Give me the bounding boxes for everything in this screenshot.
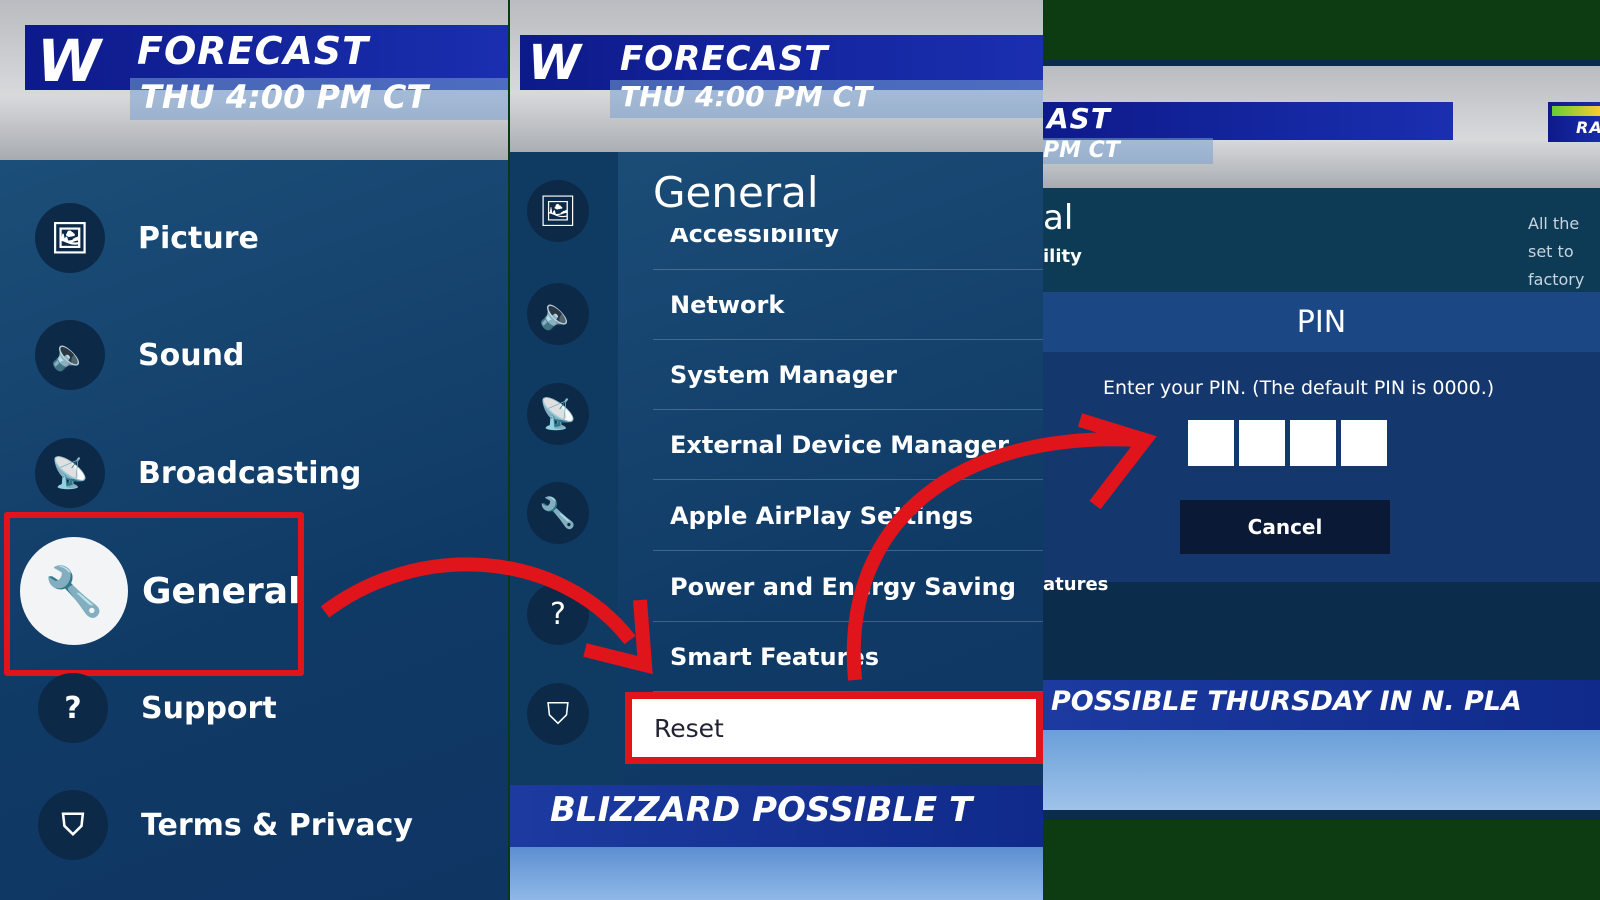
pin-digit-4[interactable] [1341, 420, 1387, 466]
forecast-banner: AST [1043, 102, 1453, 140]
shield-icon[interactable]: ⛉ [527, 683, 589, 745]
pin-digit-1[interactable] [1188, 420, 1234, 466]
menu-label: Support [141, 690, 277, 726]
banner-time: THU 4:00 PM CT [610, 80, 1043, 118]
speaker-icon: 🔈 [35, 320, 105, 390]
list-item-smart-features[interactable]: Smart Features [653, 622, 1043, 692]
menu-item-sound[interactable]: 🔈 Sound [35, 320, 244, 390]
ticker-text: BLIZZARD POSSIBLE T [550, 790, 973, 830]
bg-item-smart-features: atures [1043, 574, 1109, 595]
menu-item-terms-privacy[interactable]: ⛉ Terms & Privacy [38, 790, 413, 860]
banner-time: PM CT [1043, 138, 1213, 164]
banner-title: AST [1047, 102, 1111, 135]
menu-label: Broadcasting [138, 455, 362, 491]
speaker-icon[interactable]: 🔈 [527, 283, 589, 345]
station-logo: W [528, 35, 582, 91]
map-background [510, 847, 1043, 900]
map-background [1043, 730, 1600, 810]
list-item-reset[interactable]: Reset [625, 692, 1043, 764]
satellite-icon[interactable]: 📡 [527, 383, 589, 445]
list-item-network[interactable]: Network [653, 270, 1043, 340]
banner-title: FORECAST [620, 39, 829, 79]
picture-icon[interactable]: 🖼 [527, 180, 589, 242]
menu-label: Terms & Privacy [141, 807, 413, 843]
wrench-icon: 🔧 [20, 537, 128, 645]
panel-general-menu: W FORECAST THU 4:00 PM CT 🖼 🔈 📡 🔧 ? ⛉ Ge… [510, 0, 1043, 900]
banner-title: FORECAST [137, 29, 370, 73]
dialog-title: PIN [1296, 304, 1347, 340]
page-title: General [653, 168, 819, 217]
menu-item-picture[interactable]: 🖼 Picture [35, 203, 259, 273]
list-item-system-manager[interactable]: System Manager [653, 340, 1043, 410]
radar-label: RA [1576, 118, 1600, 137]
bg-title: al [1043, 198, 1074, 238]
cancel-button[interactable]: Cancel [1180, 500, 1390, 554]
reset-description: All the set to factory [1528, 214, 1585, 289]
menu-label: Sound [138, 337, 245, 373]
cancel-label: Cancel [1247, 515, 1323, 539]
menu-item-broadcasting[interactable]: 📡 Broadcasting [35, 438, 361, 508]
ticker-text: POSSIBLE THURSDAY IN N. PLA [1051, 686, 1522, 717]
menu-item-support[interactable]: ? Support [38, 673, 277, 743]
picture-icon: 🖼 [35, 203, 105, 273]
pin-prompt: Enter your PIN. (The default PIN is 0000… [1103, 377, 1495, 399]
satellite-icon: 📡 [35, 438, 105, 508]
reset-label: Reset [654, 713, 724, 743]
bg-item: ility [1043, 246, 1082, 267]
menu-label: Picture [138, 220, 259, 256]
banner-time: THU 4:00 PM CT [130, 78, 508, 120]
pin-input[interactable] [1188, 420, 1392, 470]
settings-background [1043, 188, 1600, 296]
panel-pin-dialog: AST PM CT RA al ility All the set to fac… [1043, 0, 1600, 900]
support-cloud-icon[interactable]: ? [527, 583, 589, 645]
shield-icon: ⛉ [38, 790, 108, 860]
station-logo: W [37, 27, 102, 95]
panel-settings-menu: W FORECAST THU 4:00 PM CT 🖼 Picture 🔈 Soun… [0, 0, 508, 900]
list-item-airplay-settings[interactable]: Apple AirPlay Settings [653, 481, 1043, 551]
radar-badge: RA [1548, 102, 1600, 142]
radar-scale [1552, 106, 1600, 116]
list-item-power-energy[interactable]: Power and Energy Saving [653, 552, 1043, 622]
pin-dialog: PIN Enter your PIN. (The default PIN is … [1043, 292, 1600, 582]
list-item-external-device-manager[interactable]: External Device Manager [653, 410, 1043, 480]
wrench-icon[interactable]: 🔧 [527, 482, 589, 544]
menu-item-general[interactable]: 🔧 General [20, 537, 300, 645]
support-cloud-icon: ? [38, 673, 108, 743]
pin-digit-2[interactable] [1239, 420, 1285, 466]
pin-digit-3[interactable] [1290, 420, 1336, 466]
menu-label: General [142, 570, 301, 612]
